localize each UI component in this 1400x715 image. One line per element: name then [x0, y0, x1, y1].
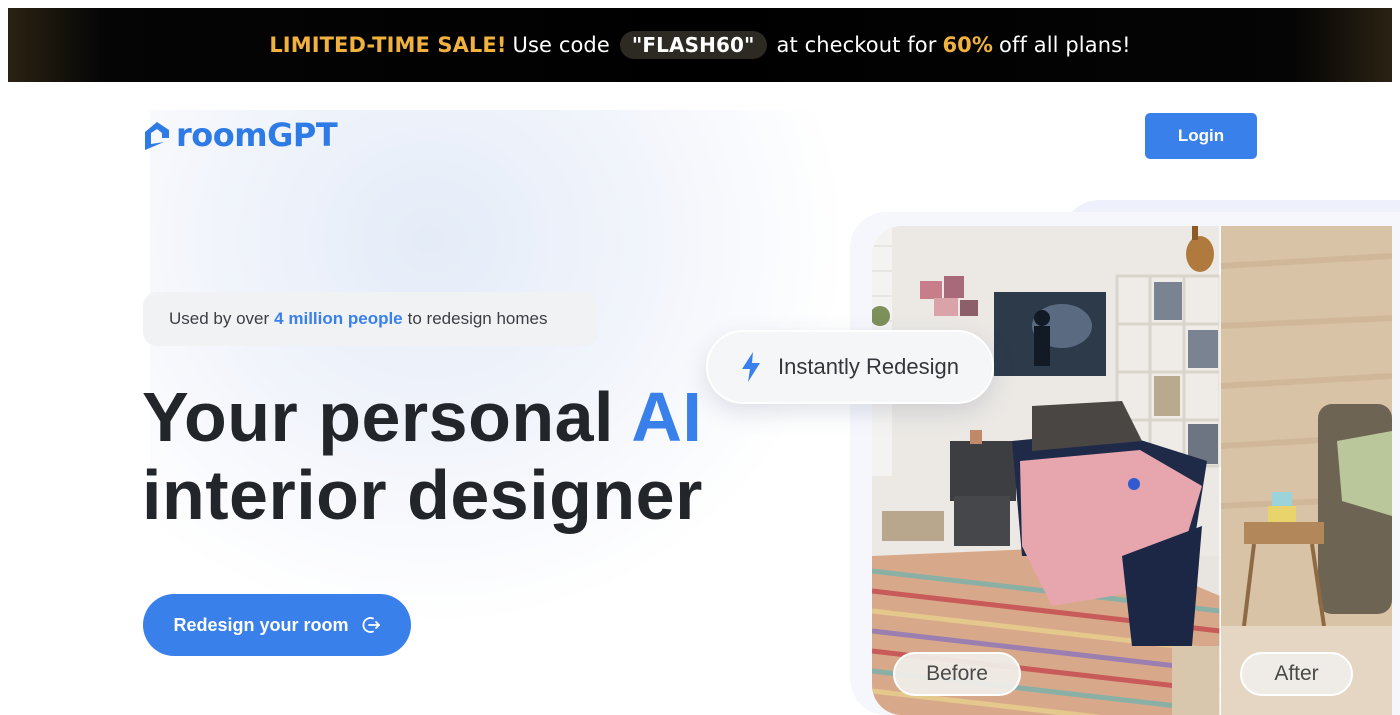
- redesign-room-button[interactable]: Redesign your room: [143, 594, 411, 656]
- badge-highlight: 4 million people: [274, 309, 403, 328]
- arrow-enter-icon: [362, 617, 380, 633]
- before-label: Before: [893, 652, 1021, 696]
- headline-part1: Your personal: [142, 378, 614, 456]
- promo-tail-text: off all plans!: [999, 33, 1131, 57]
- badge-suffix: to redesign homes: [407, 309, 548, 328]
- discount-percent: 60%: [942, 33, 994, 57]
- lightning-bolt-icon: [742, 352, 760, 382]
- instant-label: Instantly Redesign: [778, 354, 959, 379]
- usage-badge: Used by over 4 million people to redesig…: [143, 292, 598, 346]
- promo-banner: LIMITED-TIME SALE! Use code "FLASH60" at…: [8, 8, 1392, 82]
- sale-label: LIMITED-TIME SALE!: [269, 33, 507, 57]
- headline-part2: interior designer: [142, 456, 703, 534]
- headline-accent: AI: [631, 378, 703, 456]
- promo-code: "FLASH60": [619, 31, 767, 59]
- house-logo-icon: [145, 122, 169, 150]
- after-label: After: [1240, 652, 1353, 696]
- before-after-image: [872, 226, 1392, 715]
- cta-label: Redesign your room: [173, 614, 349, 635]
- brand-logo[interactable]: roomGPT: [142, 116, 338, 154]
- hero-headline: Your personal AI interior designer: [142, 378, 703, 534]
- instant-redesign-chip: Instantly Redesign: [706, 330, 994, 404]
- login-button[interactable]: Login: [1145, 113, 1257, 159]
- use-code-text: Use code: [512, 33, 610, 57]
- brand-name: roomGPT: [176, 116, 338, 154]
- badge-prefix: Used by over: [169, 309, 270, 328]
- checkout-text: at checkout for: [776, 33, 937, 57]
